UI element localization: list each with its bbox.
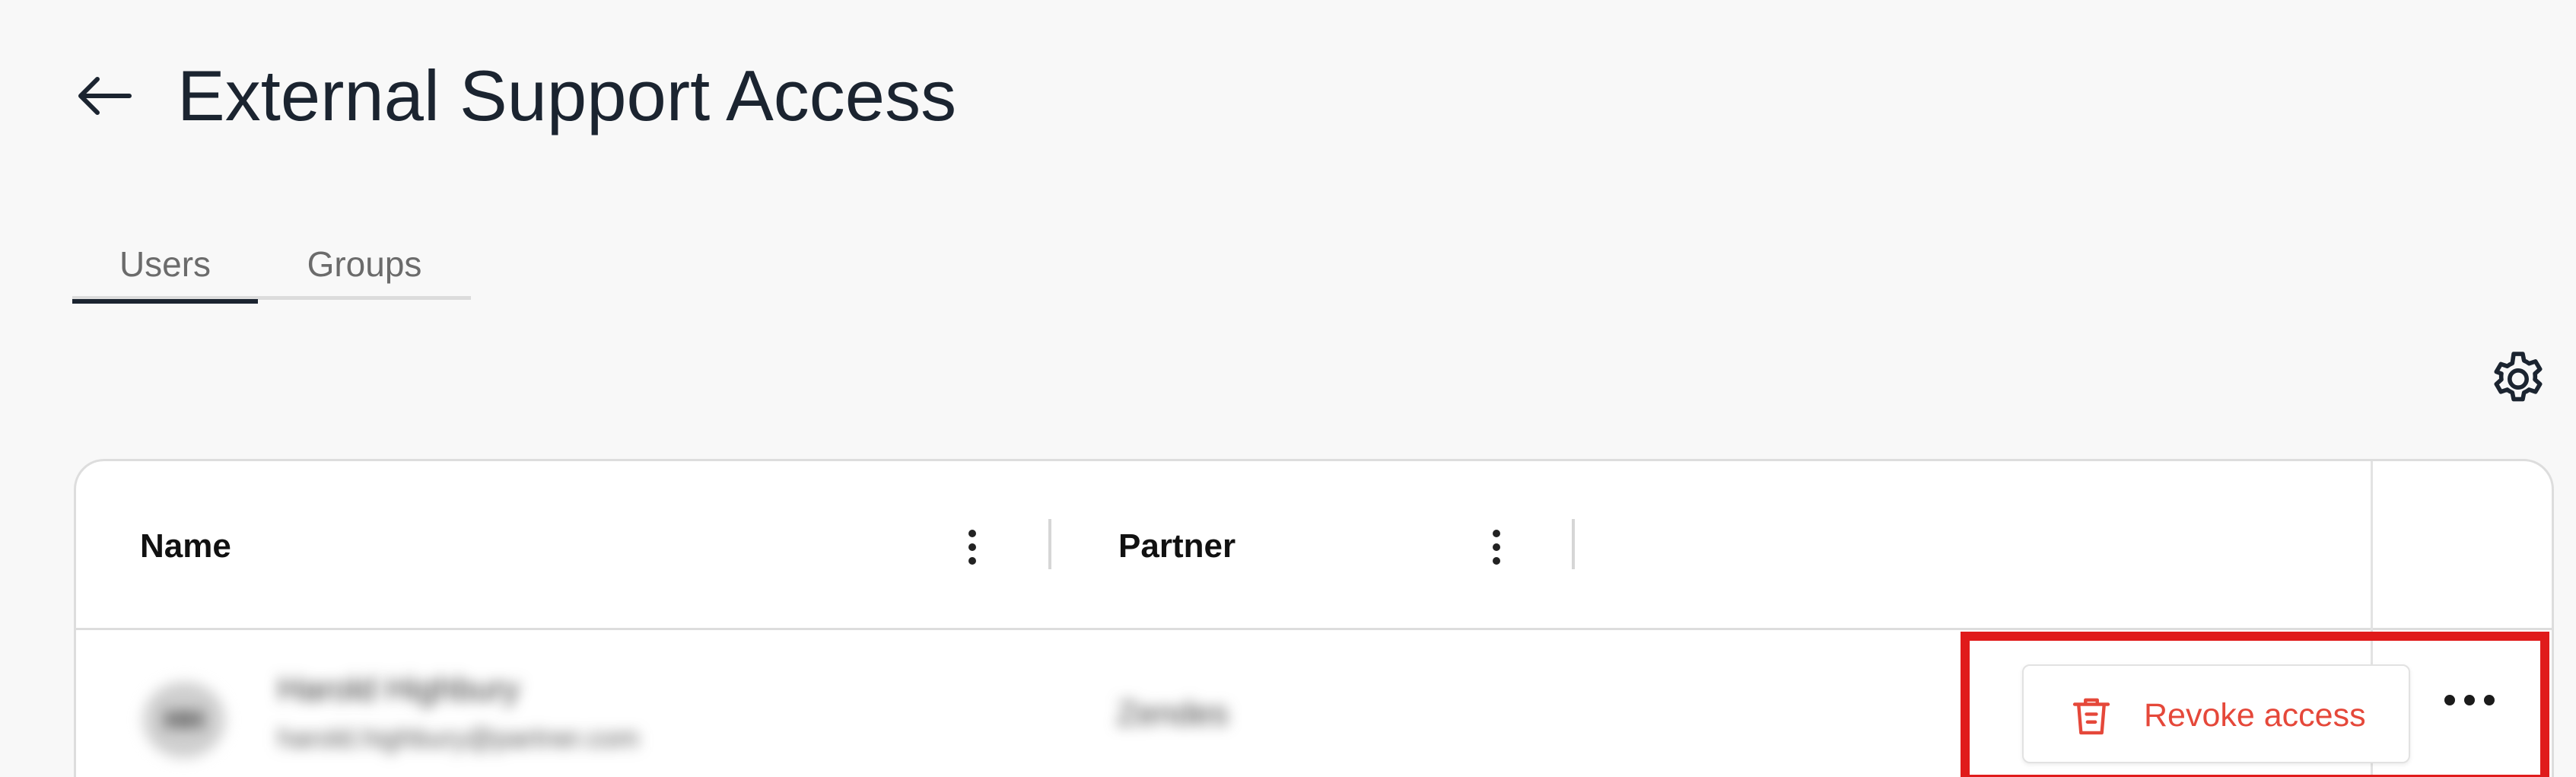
settings-button[interactable] [2483, 344, 2553, 414]
row-more-actions-button[interactable] [2431, 674, 2508, 727]
revoke-access-button[interactable]: Revoke access [2022, 664, 2410, 763]
partner-column-menu-button[interactable] [1477, 521, 1515, 574]
table-header: Name Partner [76, 461, 2552, 630]
column-resize-handle[interactable] [1572, 519, 1575, 569]
tab-groups[interactable]: Groups [258, 228, 471, 300]
back-button[interactable] [70, 67, 137, 125]
user-partner: Zendes [1117, 695, 1229, 732]
tab-users[interactable]: Users [72, 228, 258, 304]
column-resize-handle[interactable] [1048, 519, 1051, 569]
name-column-menu-button[interactable] [953, 521, 991, 574]
column-header-partner: Partner [1118, 527, 1236, 565]
tab-bar: Users Groups [72, 228, 471, 304]
vertical-dots-icon [1493, 530, 1500, 565]
vertical-dots-icon [968, 530, 976, 565]
arrow-left-icon [78, 77, 132, 115]
column-header-name: Name [140, 527, 231, 565]
revoke-access-label: Revoke access [2144, 697, 2366, 734]
gear-icon [2494, 352, 2543, 402]
user-email: harold.highbury@partner.com [278, 722, 639, 753]
user-name: Harold Highbury [278, 670, 520, 708]
trash-icon [2072, 698, 2110, 735]
avatar: HH [143, 682, 225, 758]
external-support-access-page: External Support Access Users Groups Nam… [0, 0, 2576, 777]
more-horizontal-icon [2444, 695, 2495, 705]
page-title: External Support Access [177, 56, 957, 135]
